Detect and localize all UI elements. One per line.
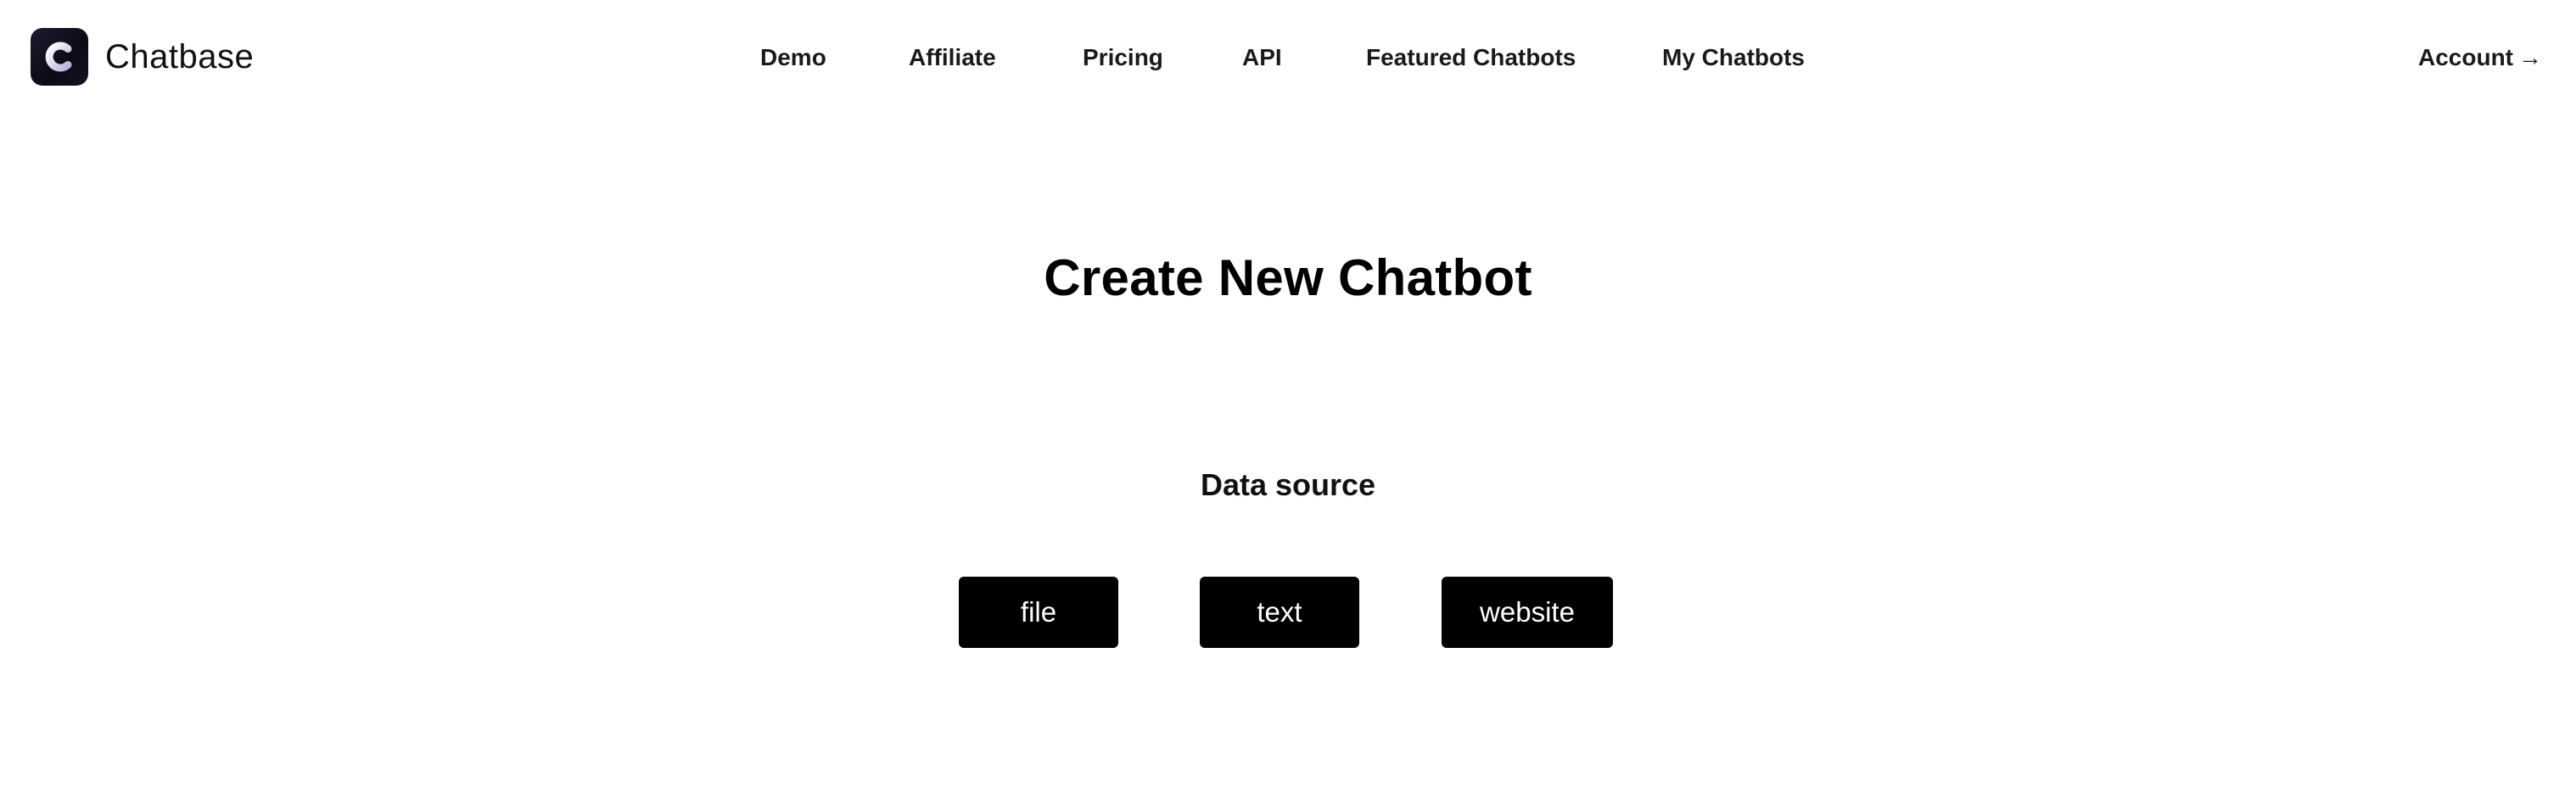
nav-item-featured-chatbots[interactable]: Featured Chatbots bbox=[1366, 39, 1576, 76]
nav-item-affiliate[interactable]: Affiliate bbox=[909, 39, 996, 76]
site-header: Chatbase Demo Affiliate Pricing API Feat… bbox=[0, 0, 2576, 114]
nav-item-demo[interactable]: Demo bbox=[760, 39, 826, 76]
account-label: Account bbox=[2418, 44, 2513, 70]
nav-item-api[interactable]: API bbox=[1242, 39, 1282, 76]
nav-item-pricing[interactable]: Pricing bbox=[1083, 39, 1163, 76]
file-source-button[interactable]: file bbox=[959, 577, 1118, 648]
text-source-button[interactable]: text bbox=[1200, 577, 1359, 648]
page-title: Create New Chatbot bbox=[1044, 249, 1532, 306]
main-nav: Demo Affiliate Pricing API Featured Chat… bbox=[0, 39, 2576, 76]
data-source-label: Data source bbox=[1200, 467, 1376, 502]
account-link[interactable]: Account → bbox=[2418, 39, 2542, 76]
arrow-right-icon: → bbox=[2518, 44, 2542, 70]
data-source-button-group: file text website bbox=[0, 577, 2576, 648]
nav-item-my-chatbots[interactable]: My Chatbots bbox=[1662, 39, 1805, 76]
website-source-button[interactable]: website bbox=[1442, 577, 1613, 648]
